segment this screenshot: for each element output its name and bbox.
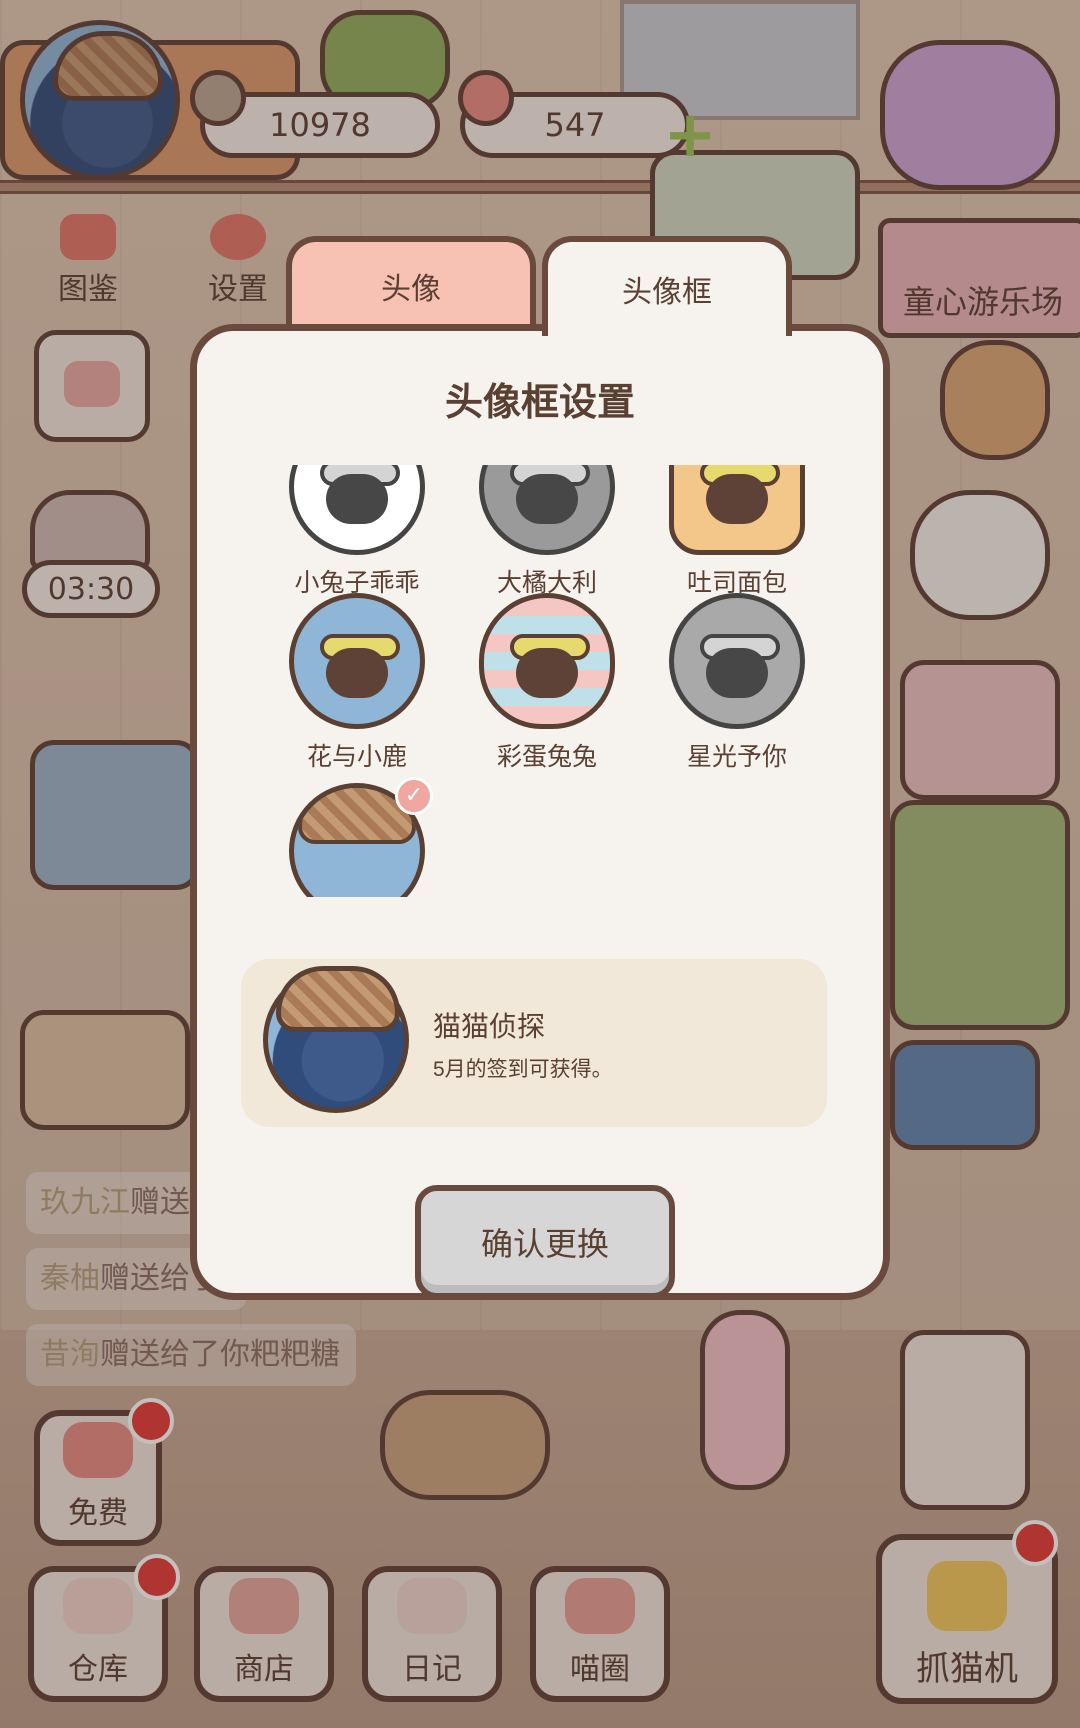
- frame-option[interactable]: 花与小鹿: [267, 593, 447, 773]
- selected-check-icon: ✓: [395, 777, 433, 815]
- frame-label: 彩蛋兔兔: [496, 743, 597, 771]
- frame-label: 花与小鹿: [306, 743, 407, 771]
- orange-cat-frame-icon: [479, 465, 615, 555]
- selected-frame-description: 5月的签到可获得。: [433, 1058, 613, 1081]
- easter-egg-bunny-frame-icon: [479, 593, 615, 729]
- frame-option[interactable]: 小兔子乖乖: [267, 465, 447, 599]
- cat-detective-frame-preview-icon: [263, 966, 409, 1113]
- tab-avatar-frame[interactable]: 头像框: [542, 236, 792, 336]
- tab-avatar[interactable]: 头像: [286, 236, 536, 330]
- confirm-change-button[interactable]: 确认更换: [415, 1185, 675, 1299]
- selected-frame-name: 猫猫侦探: [433, 1011, 546, 1042]
- tab-avatar-label: 头像: [381, 273, 441, 306]
- selected-frame-detail: 猫猫侦探 5月的签到可获得。: [241, 959, 827, 1127]
- avatar-frame-dialog: 头像 头像框 头像框设置 小兔子乖乖 大橘大利 吐司面包 花与小鹿 彩蛋兔兔 星…: [190, 236, 890, 1300]
- bunny-frame-icon: [289, 465, 425, 555]
- frame-grid[interactable]: 小兔子乖乖 大橘大利 吐司面包 花与小鹿 彩蛋兔兔 星光予你 ✓: [267, 465, 827, 897]
- frame-option[interactable]: 彩蛋兔兔: [457, 593, 637, 773]
- confirm-change-label: 确认更换: [480, 1226, 609, 1262]
- frame-label: 星光予你: [686, 743, 787, 771]
- tab-avatar-frame-label: 头像框: [622, 276, 712, 309]
- frame-option[interactable]: 吐司面包: [647, 465, 827, 599]
- toast-frame-icon: [669, 465, 805, 555]
- flower-deer-frame-icon: [289, 593, 425, 729]
- dialog-title: 头像框设置: [444, 382, 635, 424]
- starlight-frame-icon: [669, 593, 805, 729]
- frame-option[interactable]: 星光予你: [647, 593, 827, 773]
- dialog-panel: 头像框设置 小兔子乖乖 大橘大利 吐司面包 花与小鹿 彩蛋兔兔 星光予你 ✓ 猫…: [190, 324, 890, 1300]
- frame-option[interactable]: 大橘大利: [457, 465, 637, 599]
